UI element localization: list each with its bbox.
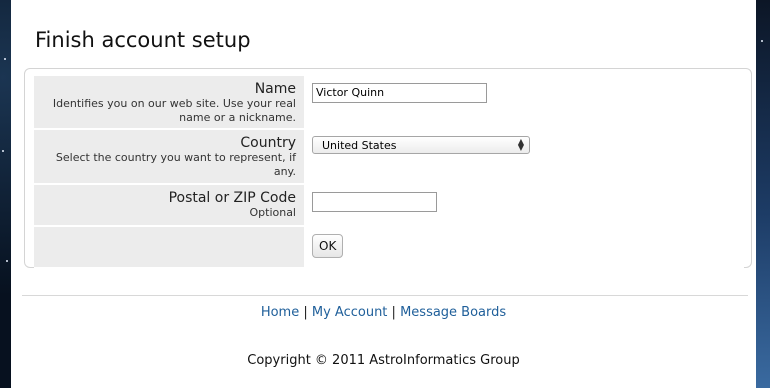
name-label: Name xyxy=(254,81,296,97)
zip-label: Postal or ZIP Code xyxy=(168,190,296,206)
country-field-cell: United States ▲ ▼ xyxy=(304,130,744,183)
form-table: Name Identifies you on our web site. Use… xyxy=(34,76,744,269)
name-label-cell: Name Identifies you on our web site. Use… xyxy=(34,76,304,128)
star-decoration xyxy=(761,40,763,42)
country-label-cell: Country Select the country you want to r… xyxy=(34,130,304,183)
submit-field-cell: OK xyxy=(304,227,744,267)
country-help-text: Select the country you want to represent… xyxy=(55,151,296,178)
star-decoration xyxy=(2,150,4,152)
footer-separator: | xyxy=(303,305,308,320)
footer-divider xyxy=(22,295,748,296)
country-select-value: United States xyxy=(322,138,397,152)
name-field-cell xyxy=(304,76,744,128)
space-background-right xyxy=(756,0,770,388)
name-help-text: Identifies you on our web site. Use your… xyxy=(52,97,296,124)
page-title: Finish account setup xyxy=(35,28,251,53)
page-content: Finish account setup Name Identifies you… xyxy=(11,0,756,388)
ok-button[interactable]: OK xyxy=(312,234,344,258)
star-decoration xyxy=(4,58,6,60)
submit-label-cell xyxy=(34,227,304,267)
account-setup-form: Name Identifies you on our web site. Use… xyxy=(24,68,752,269)
name-input[interactable] xyxy=(312,82,487,103)
footer-link-message-boards[interactable]: Message Boards xyxy=(400,305,506,320)
form-row-country: Country Select the country you want to r… xyxy=(34,130,744,185)
country-select[interactable]: United States ▲ ▼ xyxy=(312,136,530,154)
footer-separator: | xyxy=(391,305,396,320)
form-row-zip: Postal or ZIP Code Optional xyxy=(34,185,744,227)
space-background-left xyxy=(0,0,11,388)
zip-input[interactable] xyxy=(312,191,437,212)
zip-field-cell xyxy=(304,185,744,225)
zip-label-cell: Postal or ZIP Code Optional xyxy=(34,185,304,225)
footer-link-home[interactable]: Home xyxy=(261,305,299,320)
star-decoration xyxy=(6,260,8,262)
form-row-name: Name Identifies you on our web site. Use… xyxy=(34,76,744,130)
up-down-arrows-icon: ▲ ▼ xyxy=(517,137,524,152)
copyright-text: Copyright © 2011 AstroInformatics Group xyxy=(247,353,520,368)
form-row-submit: OK xyxy=(34,227,744,269)
zip-help-text: Optional xyxy=(249,206,296,219)
footer-nav: Home | My Account | Message Boards xyxy=(11,305,756,320)
country-label: Country xyxy=(240,135,296,151)
footer-link-my-account[interactable]: My Account xyxy=(312,305,388,320)
